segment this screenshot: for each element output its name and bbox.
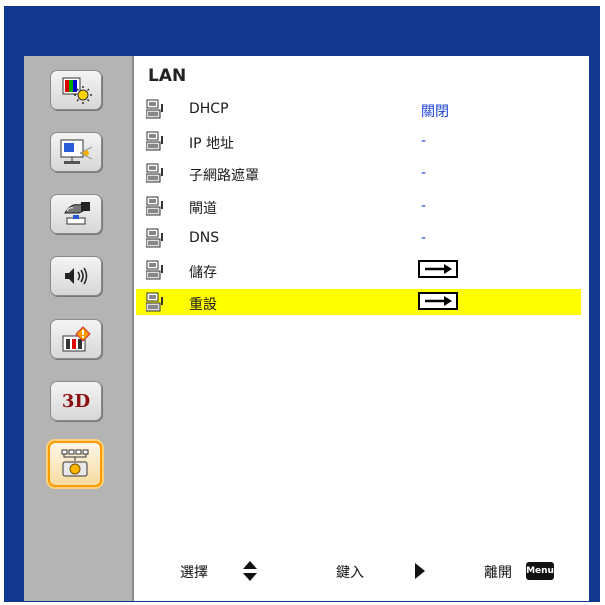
menu-row-dns[interactable]: DNS - <box>136 225 581 251</box>
menu-key-icon: Menu <box>526 562 554 580</box>
lan-item-icon <box>146 163 163 183</box>
sidebar-item-3d[interactable]: 3D <box>50 381 102 421</box>
lan-item-icon <box>146 196 163 216</box>
sidebar-item-display[interactable] <box>50 132 102 172</box>
sidebar-item-image[interactable] <box>50 70 102 110</box>
dhcp-value: 關閉 <box>421 104 449 120</box>
menu-row-label: IP 地址 <box>189 136 235 152</box>
sidebar-item-volume[interactable] <box>50 256 102 296</box>
menu-row-save[interactable]: 儲存 <box>136 257 581 283</box>
sidebar-item-setup[interactable] <box>50 194 102 234</box>
osd-window-frame: 3D LAN DHCP 關閉 IP 地址 - 子網路遮罩 - 閘道 - DNS … <box>4 6 600 602</box>
volume-speaker-icon <box>65 267 88 285</box>
menu-row-label: DNS <box>189 230 220 246</box>
right-arrow-icon <box>415 563 425 579</box>
lan-item-icon <box>146 292 163 312</box>
menu-row-label: DHCP <box>189 101 229 117</box>
dns-value: - <box>421 230 427 246</box>
3d-icon: 3D <box>61 390 91 412</box>
footer-hints: 選擇 鍵入 離開 Menu <box>134 556 589 586</box>
footer-enter-label: 鍵入 <box>336 565 364 581</box>
menu-row-label: 閘道 <box>189 201 217 217</box>
lan-network-icon <box>61 449 89 477</box>
enter-arrow-icon[interactable] <box>418 292 458 310</box>
lan-item-icon <box>146 260 163 280</box>
menu-row-label: 子網路遮罩 <box>189 168 259 184</box>
up-down-arrow-icon <box>243 561 257 581</box>
ip-address-value: - <box>421 133 427 149</box>
menu-row-gateway[interactable]: 閘道 - <box>136 193 581 219</box>
enter-arrow-icon[interactable] <box>418 260 458 278</box>
menu-row-reset[interactable]: 重設 <box>136 289 581 315</box>
display-screen-icon <box>60 139 93 164</box>
lan-item-icon <box>146 228 163 248</box>
menu-row-dhcp[interactable]: DHCP 關閉 <box>136 96 581 122</box>
gateway-value: - <box>421 198 427 214</box>
footer-select-label: 選擇 <box>180 565 208 581</box>
menu-row-label: 重設 <box>189 297 217 313</box>
sidebar-item-options[interactable] <box>50 319 102 359</box>
page-title: LAN <box>148 66 187 86</box>
subnet-mask-value: - <box>421 165 427 181</box>
sidebar: 3D <box>24 56 134 601</box>
setup-hand-icon <box>64 202 90 225</box>
sidebar-item-lan[interactable] <box>48 441 102 487</box>
lan-item-icon <box>146 99 163 119</box>
lan-item-icon <box>146 131 163 151</box>
menu-row-label: 儲存 <box>189 265 217 281</box>
options-info-icon <box>62 326 91 352</box>
footer-exit-label: 離開 <box>484 565 512 581</box>
menu-row-subnet-mask[interactable]: 子網路遮罩 - <box>136 160 581 186</box>
main-content: LAN DHCP 關閉 IP 地址 - 子網路遮罩 - 閘道 - DNS - 儲… <box>134 56 589 601</box>
menu-row-ip-address[interactable]: IP 地址 - <box>136 128 581 154</box>
osd-panel: 3D LAN DHCP 關閉 IP 地址 - 子網路遮罩 - 閘道 - DNS … <box>24 56 589 601</box>
image-brightness-icon <box>62 77 92 104</box>
